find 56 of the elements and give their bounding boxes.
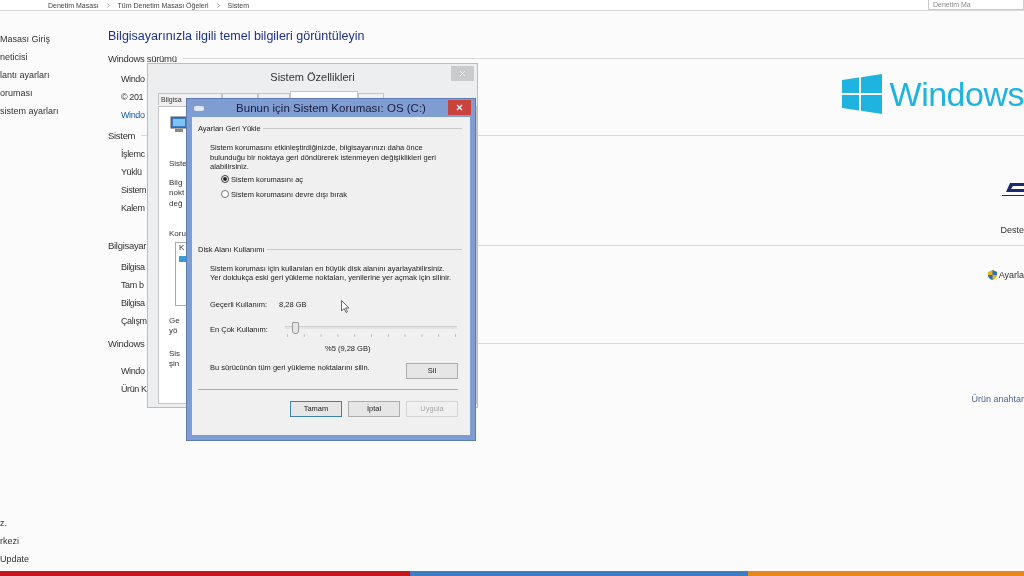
chevron-icon <box>104 1 112 9</box>
sidebar-link[interactable]: z. <box>0 517 108 530</box>
description-text: Koru <box>169 229 186 240</box>
section-title: Windows <box>108 337 145 349</box>
description-text: nokt <box>169 188 185 199</box>
info-label: Ürün K <box>121 383 147 396</box>
description-text: yö <box>169 326 178 337</box>
info-label: İşlemc <box>121 148 145 161</box>
info-label: Windo <box>121 72 145 86</box>
description-text: şin <box>169 359 180 370</box>
sidebar-link[interactable]: Masası Giriş <box>0 33 108 46</box>
slider[interactable] <box>285 321 457 334</box>
page-heading: Bilgisayarınızla ilgili temel bilgileri görüntüleyin <box>108 29 365 43</box>
info-label: Yüklü <box>121 166 142 179</box>
info-label: Sistem <box>121 184 147 197</box>
sidebar-link[interactable]: lantı ayarları <box>0 69 108 82</box>
section-title: Windows sürümü <box>108 52 177 64</box>
slider-thumb[interactable] <box>291 321 299 334</box>
sidebar-link[interactable]: neticisi <box>0 51 108 64</box>
sidebar-link[interactable]: sistem ayarları <box>0 105 108 118</box>
section-title: Bilgisayar <box>108 239 147 251</box>
sidebar-link[interactable]: Update <box>0 553 108 566</box>
info-link[interactable]: Windo <box>121 105 145 124</box>
settings-link[interactable]: Ayarla <box>987 270 1024 280</box>
sidebar-link[interactable]: oruması <box>0 87 108 100</box>
brand-logo <box>1002 183 1024 197</box>
description-text: değ <box>169 198 183 209</box>
section-title: Sistem <box>108 129 136 141</box>
sidebar-link[interactable]: rkezi <box>0 535 108 548</box>
info-label: Kalem <box>121 202 145 215</box>
close-icon <box>455 103 464 112</box>
support-link[interactable]: Deste <box>1000 225 1024 235</box>
shield-icon <box>987 270 997 280</box>
description-text: Sis <box>169 348 181 359</box>
description-text: Ge <box>169 315 180 326</box>
list-text: K <box>179 242 186 253</box>
cursor-icon <box>341 300 350 313</box>
dialog-title: Bunun için Sistem Koruması: OS (C:) <box>236 102 426 114</box>
info-label: Çalışm <box>121 315 147 328</box>
close-icon <box>458 69 467 78</box>
description-text: Bilg <box>169 177 183 188</box>
close-button[interactable] <box>448 100 471 115</box>
info-label: Bilgisa <box>121 297 145 310</box>
product-key-link[interactable]: Ürün anahtar <box>971 394 1024 404</box>
info-label: Bilgisa <box>121 261 145 274</box>
drive-icon <box>194 106 204 111</box>
windows-logo-text: Windows <box>889 73 1024 114</box>
info-label: Windo <box>121 365 145 378</box>
description-text: Siste <box>169 159 187 170</box>
info-label: © 201 <box>121 90 144 104</box>
windows-logo-icon <box>841 73 882 114</box>
chevron-icon <box>214 1 222 9</box>
info-label: Tam b <box>121 279 144 292</box>
window-title: Sistem Özellikleri <box>270 71 355 83</box>
radio-button[interactable] <box>221 190 229 198</box>
radio-button[interactable] <box>221 175 229 183</box>
